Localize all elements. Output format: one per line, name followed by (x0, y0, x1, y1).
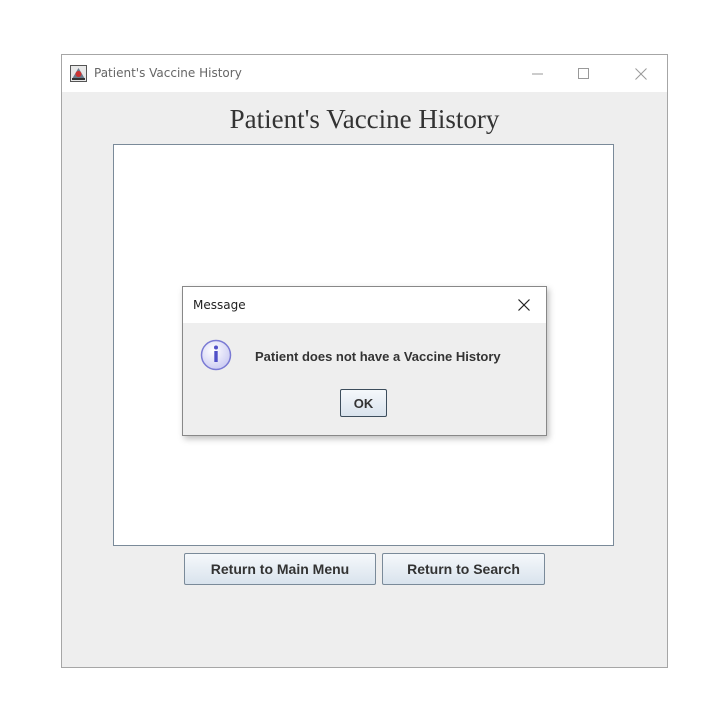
window-titlebar[interactable]: Patient's Vaccine History (62, 55, 667, 92)
return-to-search-button[interactable]: Return to Search (382, 553, 545, 585)
window-title: Patient's Vaccine History (94, 66, 242, 80)
close-icon (518, 299, 530, 311)
window-close-button[interactable] (618, 55, 664, 92)
dialog-message: Patient does not have a Vaccine History (255, 349, 501, 364)
page-title: Patient's Vaccine History (229, 104, 500, 134)
ok-button[interactable]: OK (340, 389, 387, 417)
maximize-icon (578, 67, 589, 79)
return-to-main-menu-button[interactable]: Return to Main Menu (184, 553, 376, 585)
dialog-titlebar[interactable]: Message (183, 287, 546, 323)
minimize-button[interactable] (515, 55, 561, 92)
java-app-icon (70, 65, 87, 82)
dialog-close-button[interactable] (511, 293, 537, 317)
minimize-icon (532, 73, 543, 74)
dialog-title: Message (193, 298, 246, 312)
maximize-button[interactable] (561, 55, 607, 92)
close-icon (635, 67, 647, 80)
message-dialog: Message Patient does not have a Vaccine … (182, 286, 547, 436)
info-icon (200, 339, 232, 371)
